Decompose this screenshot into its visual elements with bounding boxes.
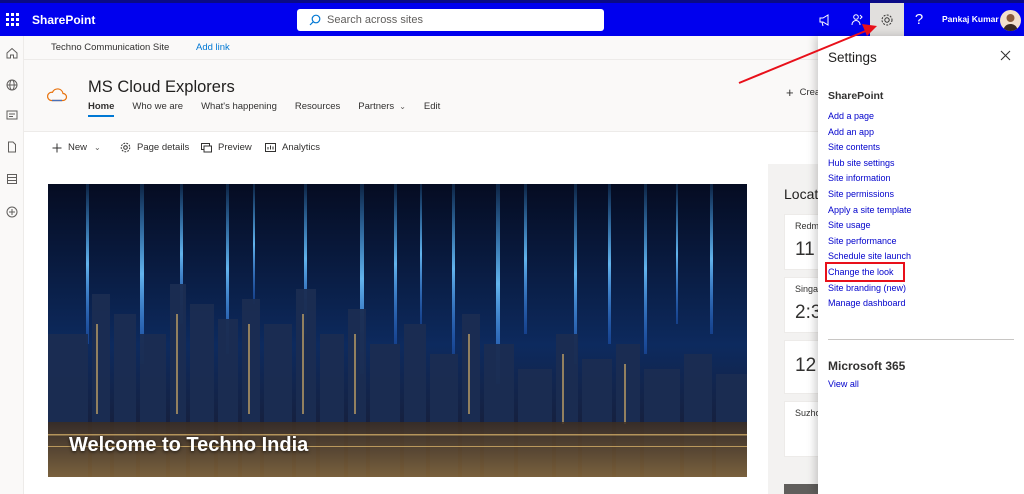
settings-link-add-app[interactable]: Add an app (828, 125, 912, 141)
plus-icon (52, 143, 62, 153)
megaphone-icon[interactable] (808, 3, 842, 36)
settings-link-site-branding[interactable]: Site branding (new) (828, 281, 912, 297)
location-city: Singa (795, 284, 819, 294)
analytics-button[interactable]: Analytics (265, 142, 320, 153)
create-button[interactable]: + Crea (786, 85, 820, 100)
site-header: MS Cloud Explorers Home Who we are What'… (24, 60, 824, 130)
nav-edit[interactable]: Edit (424, 101, 440, 117)
hub-add-link[interactable]: Add link (196, 42, 230, 53)
page-details-button[interactable]: Page details (120, 142, 189, 153)
add-circle-icon[interactable] (4, 204, 20, 220)
settings-link-add-page[interactable]: Add a page (828, 109, 912, 125)
nav-whats-happening[interactable]: What's happening (201, 101, 277, 117)
annotation-highlight-box (825, 262, 905, 282)
site-navigation: Home Who we are What's happening Resourc… (88, 101, 458, 117)
preview-label: Preview (218, 142, 252, 153)
settings-link-site-permissions[interactable]: Site permissions (828, 187, 912, 203)
location-time: 11 (795, 239, 815, 260)
search-box[interactable] (297, 9, 604, 31)
share-people-icon[interactable] (840, 3, 874, 36)
analytics-label: Analytics (282, 142, 321, 153)
close-icon[interactable] (1000, 48, 1011, 64)
app-launcher-icon[interactable] (0, 3, 24, 36)
settings-link-manage-dashboard[interactable]: Manage dashboard (828, 296, 912, 312)
new-button[interactable]: New ⌄ (52, 142, 101, 153)
nav-who-we-are[interactable]: Who we are (132, 101, 183, 117)
lists-icon[interactable] (4, 171, 20, 187)
analytics-icon (265, 142, 276, 153)
chevron-down-icon: ⌄ (399, 102, 406, 111)
settings-link-site-contents[interactable]: Site contents (828, 140, 912, 156)
settings-link-site-performance[interactable]: Site performance (828, 234, 912, 250)
user-name[interactable]: Pankaj Kumar (942, 14, 999, 24)
home-icon[interactable] (4, 45, 20, 61)
left-rail (0, 36, 24, 494)
hub-site-title[interactable]: Techno Communication Site (51, 42, 169, 53)
settings-link-site-information[interactable]: Site information (828, 171, 912, 187)
new-label: New (68, 142, 88, 153)
search-icon (309, 14, 321, 26)
nav-home[interactable]: Home (88, 101, 115, 117)
plus-icon: + (786, 85, 794, 100)
command-bar: New ⌄ Page details Preview Analytics (24, 131, 824, 164)
settings-link-site-usage[interactable]: Site usage (828, 218, 912, 234)
nav-resources[interactable]: Resources (295, 101, 340, 117)
settings-gear-icon[interactable] (870, 3, 904, 36)
page-details-label: Page details (137, 142, 190, 153)
settings-link-apply-site-template[interactable]: Apply a site template (828, 203, 912, 219)
settings-divider (828, 339, 1014, 340)
settings-title: Settings (828, 50, 877, 65)
gear-icon (120, 142, 131, 153)
globe-icon[interactable] (4, 77, 20, 93)
app-name[interactable]: SharePoint (32, 13, 95, 27)
location-time: 12 (795, 355, 817, 376)
nav-partners[interactable]: Partners ⌄ (358, 101, 406, 117)
view-all-link[interactable]: View all (828, 379, 859, 389)
help-glyph: ? (914, 11, 924, 28)
location-city: Suzho (795, 408, 821, 418)
site-logo-cloud-icon[interactable] (46, 88, 68, 107)
help-icon[interactable]: ? (902, 3, 936, 36)
site-title[interactable]: MS Cloud Explorers (88, 78, 235, 97)
chevron-down-icon: ⌄ (94, 143, 101, 152)
hub-navigation: Techno Communication Site Add link (24, 36, 824, 60)
news-icon[interactable] (4, 107, 20, 123)
preview-button[interactable]: Preview (201, 142, 252, 153)
hero-title: Welcome to Techno India (69, 434, 309, 456)
document-icon[interactable] (4, 139, 20, 155)
nav-partners-label: Partners (358, 101, 395, 112)
settings-section-microsoft-365: Microsoft 365 (828, 359, 906, 373)
avatar[interactable] (1000, 10, 1021, 31)
suite-bar: SharePoint ? Pankaj Kumar (0, 0, 1024, 36)
preview-icon (201, 142, 212, 153)
search-input[interactable] (327, 14, 587, 26)
hero-image[interactable]: Welcome to Techno India (48, 184, 747, 477)
location-city: Redm (795, 221, 820, 231)
settings-link-hub-site-settings[interactable]: Hub site settings (828, 156, 912, 172)
settings-section-sharepoint: SharePoint (828, 90, 884, 102)
